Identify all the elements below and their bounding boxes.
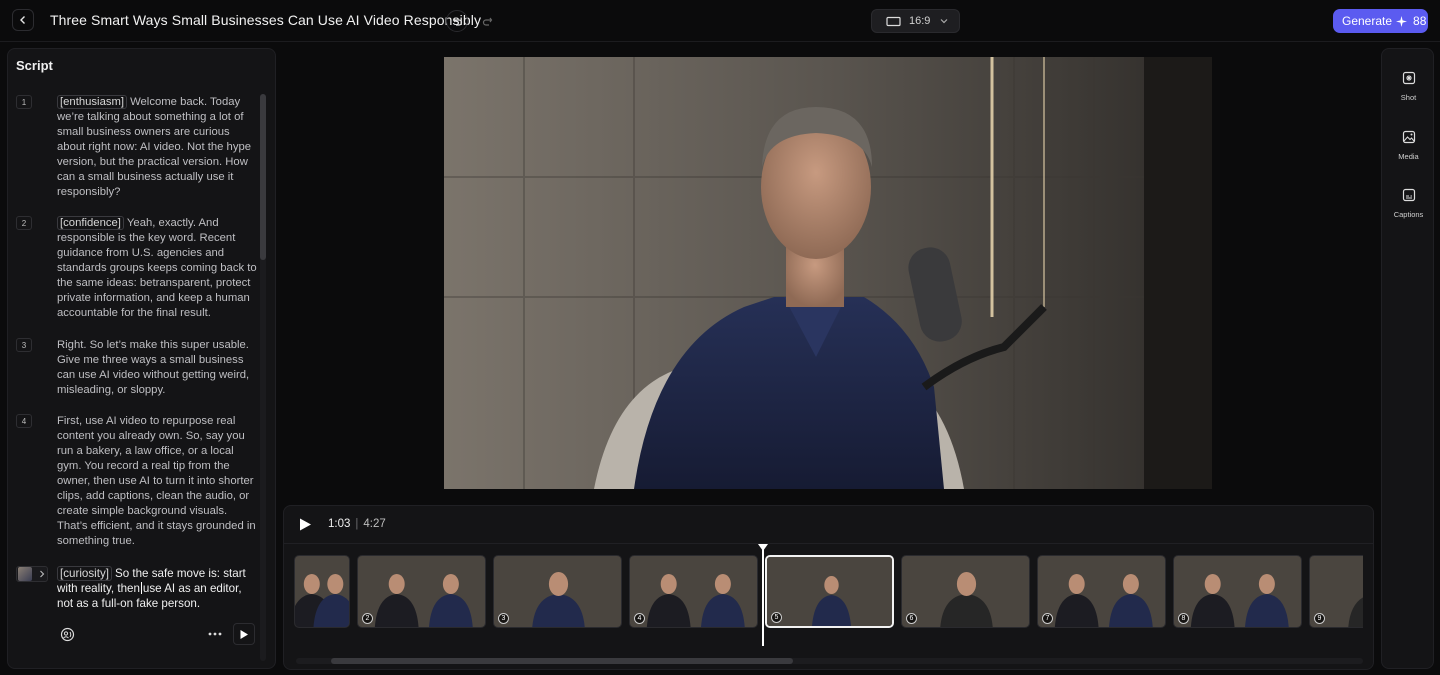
block-text[interactable]: [confidence] Yeah, exactly. And responsib… [57,216,257,321]
avatar-selector[interactable] [16,566,48,582]
top-bar: Three Smart Ways Small Businesses Can Us… [0,0,1440,42]
sparkle-icon [1396,15,1408,27]
emotion-tag[interactable]: [curiosity] [57,566,112,581]
block-number: 3 [16,338,32,352]
block-line: Welcome back. Today we’re talking about … [57,96,252,198]
timeline-scrollbar[interactable] [296,658,1363,664]
rail-item-captions[interactable]: Captions [1382,188,1435,219]
emotion-tag[interactable]: [confidence] [57,216,124,230]
chevron-left-icon [20,16,25,24]
script-panel: Script 1 [enthusiasm] Welcome back. Today… [7,48,276,669]
rail-item-label: Media [1398,152,1419,161]
timeline-clip[interactable]: 4 [629,555,758,628]
timeline-ruler [284,543,1373,544]
block-text[interactable]: Right. So let’s make this super usable. … [57,338,257,398]
chevron-down-icon [940,19,948,24]
undo-button[interactable] [446,10,468,32]
media-icon [1402,130,1415,144]
clip-number: 2 [362,613,373,624]
block-number: 2 [16,216,32,230]
timeline-clip[interactable]: 6 [901,555,1030,628]
redo-button[interactable] [476,10,498,32]
time-display: 1:03 | 4:27 [328,518,386,530]
clip-thumbnail [630,556,757,627]
playhead-handle[interactable] [758,544,768,551]
block-number: 4 [16,414,32,428]
emotion-tag[interactable]: [enthusiasm] [57,95,128,109]
clip-thumbnail [1038,556,1165,627]
play-button[interactable] [298,517,312,537]
clip-thumbnail [1174,556,1301,627]
block-text[interactable]: First, use AI video to repurpose real co… [57,414,257,549]
voice-settings-button[interactable] [56,623,78,645]
rail-item-label: Shot [1400,93,1417,102]
shot-icon [1402,71,1415,85]
play-line-button[interactable] [233,623,255,645]
block-number: 1 [16,95,32,109]
playhead[interactable] [762,544,764,646]
timeline-clip[interactable]: 7 [1037,555,1166,628]
timeline-clip[interactable]: 9 [1309,555,1363,628]
clip-thumbnail [494,556,621,627]
total-time: 4:27 [363,518,386,530]
timeline-clip[interactable]: 3 [493,555,622,628]
text-cursor [140,582,142,594]
block-line: Yeah, exactly. And responsible is the ke… [57,217,257,319]
timeline-clip[interactable]: 8 [1173,555,1302,628]
script-scrollbar[interactable] [260,94,266,661]
aspect-ratio-select[interactable]: 16:9 [871,9,960,33]
back-button[interactable] [12,9,34,31]
clip-thumbnail [902,556,1029,627]
script-block[interactable]: 3 Right. So let’s make this super usable… [16,338,256,402]
time-separator: | [355,518,359,530]
script-block[interactable]: 2 [confidence] Yeah, exactly. And respons… [16,216,257,326]
timeline-clip[interactable]: 5 [765,555,894,628]
undo-icon [452,17,462,26]
timeline-clip[interactable] [294,555,350,628]
generate-label: Generate [1342,14,1393,28]
clip-number: 3 [498,613,509,624]
generate-button[interactable]: Generate 88 [1333,9,1428,33]
chevron-right-icon [40,570,45,578]
rail-item-label: Captions [1393,210,1424,219]
redo-icon [482,17,492,26]
timeline-clip[interactable]: 2 [357,555,486,628]
aspect-ratio-value: 16:9 [909,15,931,27]
more-options-button[interactable] [204,623,226,645]
clip-number: 4 [634,613,645,624]
block-text[interactable]: [curiosity] So the safe move is: start wi… [57,566,257,611]
credits-count: 88 [1413,14,1427,28]
rail-item-shot[interactable]: Shot [1382,71,1435,102]
more-icon [208,632,222,636]
captions-icon [1402,188,1415,202]
script-block[interactable]: 4 First, use AI video to repurpose real … [16,414,256,554]
play-icon [300,518,311,531]
presenter-image [444,57,1212,489]
timeline-scrollbar-thumb[interactable] [331,658,793,664]
clip-strip: 2 3 4 5 6 7 8 9 [294,555,1363,630]
clip-number: 5 [771,612,782,623]
clip-thumbnail [358,556,485,627]
clip-number: 9 [1314,613,1325,624]
clip-number: 6 [906,613,917,624]
clip-thumbnail [295,556,349,627]
tool-rail: Shot Media Captions [1381,48,1434,669]
script-block-active[interactable]: [curiosity] So the safe move is: start wi… [16,566,256,616]
timeline-panel: 1:03 | 4:27 2 3 4 5 6 7 8 9 [283,505,1374,670]
project-title[interactable]: Three Smart Ways Small Businesses Can Us… [50,12,481,28]
script-heading: Script [16,58,53,73]
video-preview[interactable] [444,57,1212,489]
script-block[interactable]: 1 [enthusiasm] Welcome back. Today we’re … [16,95,256,205]
script-scrollbar-thumb[interactable] [260,94,266,260]
avatar [18,567,32,581]
aspect-ratio-icon [886,16,901,26]
current-time: 1:03 [328,518,351,530]
rail-item-media[interactable]: Media [1382,130,1435,161]
clip-number: 7 [1042,613,1053,624]
play-icon [240,629,248,639]
block-text[interactable]: [enthusiasm] Welcome back. Today we’re ta… [57,95,257,200]
clip-thumbnail [767,557,892,626]
voice-icon [60,627,74,641]
clip-number: 8 [1178,613,1189,624]
